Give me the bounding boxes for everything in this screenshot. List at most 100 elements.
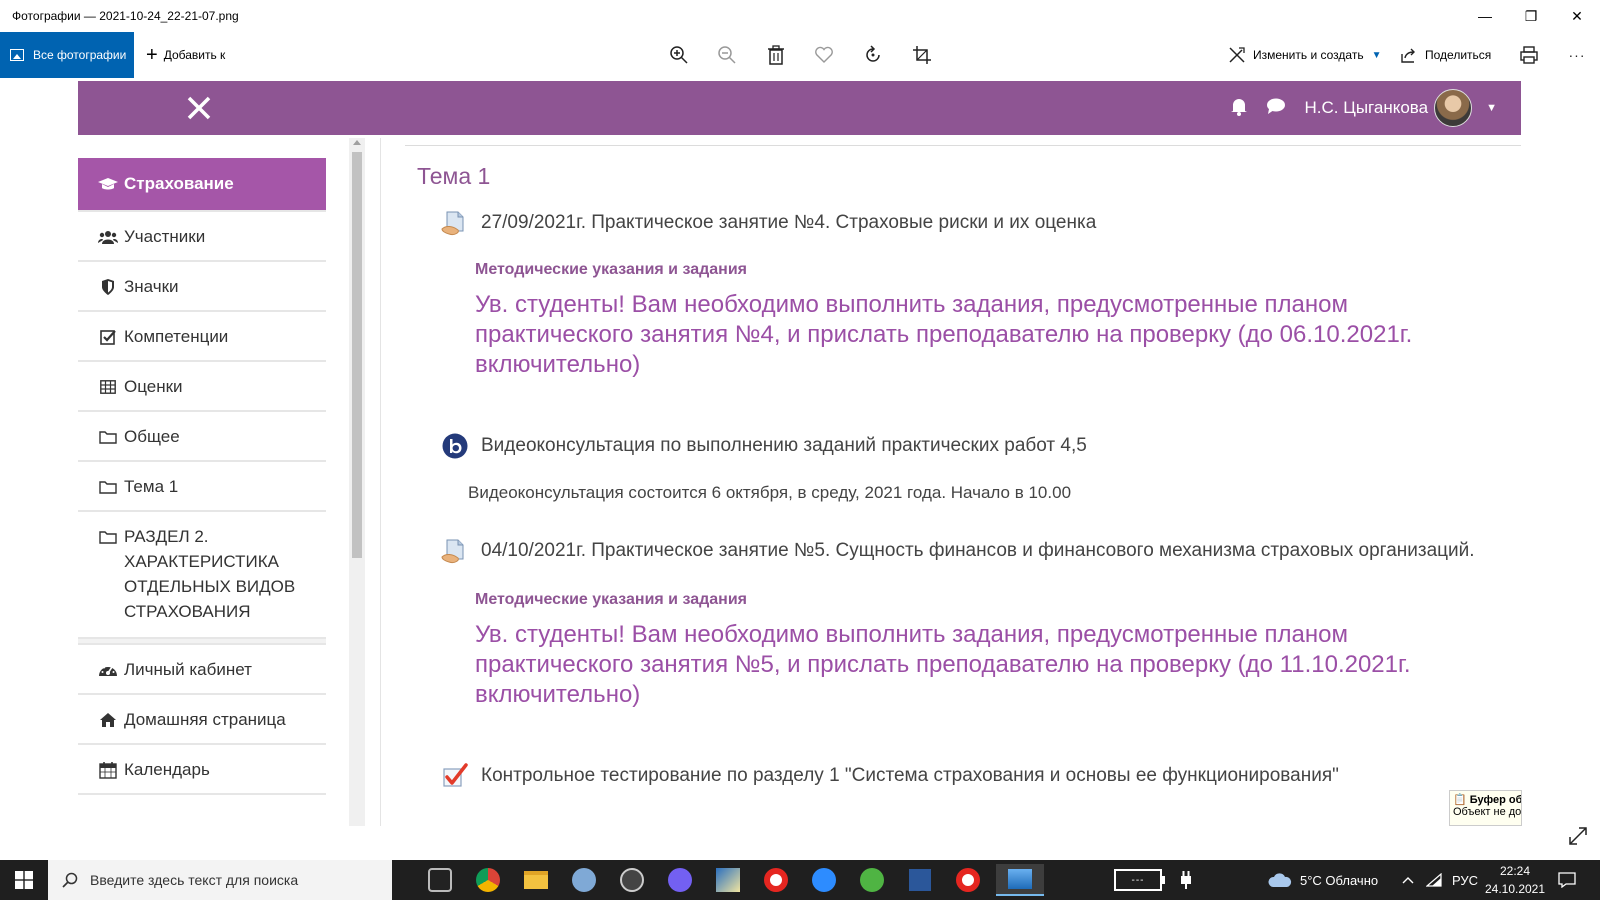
messages-icon[interactable] — [1265, 96, 1287, 121]
add-to-button[interactable]: + Добавить к — [146, 32, 225, 78]
utorrent-icon[interactable] — [852, 864, 892, 896]
label-body: Ув. студенты! Вам необходимо выполнить з… — [475, 621, 1411, 708]
rotate-icon[interactable] — [860, 42, 886, 68]
clipboard-notification[interactable]: 📋 Буфер об Объект не до — [1449, 790, 1522, 826]
sidebar-item-label: Личный кабинет — [124, 660, 252, 679]
sidebar-item-home[interactable]: Домашняя страница — [78, 695, 326, 745]
sidebar-scrollbar[interactable] — [349, 138, 365, 826]
minimize-button[interactable]: — — [1462, 0, 1508, 32]
home-icon — [98, 710, 118, 730]
sidebar-item-badges[interactable]: Значки — [78, 262, 326, 312]
users-icon — [98, 227, 118, 247]
delete-icon[interactable] — [763, 42, 789, 68]
content-top-divider — [405, 145, 1521, 146]
share-button[interactable]: Поделиться — [1400, 32, 1491, 78]
maximize-button[interactable]: ❐ — [1508, 0, 1554, 32]
word-icon[interactable] — [900, 864, 940, 896]
calendar-icon — [98, 760, 118, 780]
search-placeholder: Введите здесь текст для поиска — [90, 872, 299, 888]
sidebar-item-grades[interactable]: Оценки — [78, 362, 326, 412]
file-explorer-icon[interactable] — [516, 864, 556, 896]
viber-icon[interactable] — [660, 864, 700, 896]
start-button[interactable] — [0, 860, 48, 900]
sidebar-item-general[interactable]: Общее — [78, 412, 326, 462]
language-indicator[interactable]: РУС — [1452, 860, 1478, 900]
windows-logo-icon — [15, 871, 33, 889]
sidebar-item-course[interactable]: Страхование — [78, 158, 326, 212]
sidebar-item-competencies[interactable]: Компетенции — [78, 312, 326, 362]
scroll-up-icon[interactable] — [353, 140, 361, 145]
yandex-browser-icon[interactable] — [948, 864, 988, 896]
activity-description: Видеоконсультация состоится 6 октября, в… — [468, 483, 1072, 502]
chevron-down-icon: ▼ — [1371, 49, 1382, 61]
sidebar-item-participants[interactable]: Участники — [78, 212, 326, 262]
taskbar-app-icon[interactable] — [420, 864, 460, 896]
print-icon[interactable] — [1516, 42, 1542, 68]
taskbar-clock[interactable]: 22:24 24.10.2021 — [1480, 862, 1550, 898]
paint-icon[interactable] — [564, 864, 604, 896]
label-body: Ув. студенты! Вам необходимо выполнить з… — [475, 291, 1413, 378]
more-button[interactable]: ··· — [1564, 42, 1590, 68]
yandex-browser-icon[interactable] — [756, 864, 796, 896]
headphones-icon[interactable] — [612, 864, 652, 896]
sidebar-item-label: Общее — [124, 427, 180, 446]
sidebar-item-section-2[interactable]: РАЗДЕЛ 2. ХАРАКТЕРИСТИКА ОТДЕЛЬНЫХ ВИДОВ… — [78, 512, 326, 639]
clock-date: 24.10.2021 — [1484, 882, 1546, 896]
close-drawer-icon[interactable] — [184, 93, 214, 123]
scrollbar-thumb[interactable] — [352, 152, 362, 558]
zoom-app-icon[interactable] — [804, 864, 844, 896]
activity-title: 04/10/2021г. Практическое занятие №5. Су… — [481, 540, 1475, 561]
activity-bigbluebutton[interactable]: Видеоконсультация по выполнению заданий … — [441, 432, 1087, 460]
chrome-icon[interactable] — [468, 864, 508, 896]
quiz-icon — [441, 762, 469, 790]
zoom-in-icon[interactable] — [666, 42, 692, 68]
sidebar-item-label: Домашняя страница — [124, 710, 286, 729]
moodle-navbar: Н.С. Цыганкова ▼ — [78, 81, 1521, 135]
dashboard-icon — [98, 660, 118, 680]
clipboard-title: Буфер об — [1469, 794, 1522, 806]
all-photos-label: Все фотографии — [33, 48, 127, 62]
activity-quiz[interactable]: Контрольное тестирование по разделу 1 "С… — [441, 762, 1339, 790]
crop-icon[interactable] — [909, 42, 935, 68]
photo-app-icon[interactable] — [708, 864, 748, 896]
chevron-up-icon[interactable] — [1402, 860, 1414, 900]
sidebar-item-label: Календарь — [124, 760, 210, 779]
edit-create-label: Изменить и создать — [1253, 48, 1364, 62]
window-title-bar: Фотографии — 2021-10-24_22-21-07.png — ❐… — [0, 0, 1600, 32]
photos-toolbar: Все фотографии + Добавить к Изменить и с… — [0, 32, 1600, 78]
graduation-cap-icon — [98, 174, 118, 194]
sidebar-item-calendar[interactable]: Календарь — [78, 745, 326, 795]
bell-icon[interactable] — [1229, 96, 1249, 121]
power-plug-icon[interactable] — [1180, 860, 1192, 900]
user-name[interactable]: Н.С. Цыганкова — [1305, 98, 1429, 118]
section-title: Тема 1 — [417, 163, 491, 189]
course-content: Тема 1 27/09/2021г. Практическое занятие… — [405, 150, 1521, 826]
clipboard-icon: 📋 — [1453, 794, 1467, 806]
user-menu-chevron-icon[interactable]: ▼ — [1486, 102, 1497, 114]
favorite-icon[interactable] — [811, 42, 837, 68]
notifications-icon[interactable] — [1558, 860, 1576, 900]
shield-icon — [98, 277, 118, 297]
activity-title: Видеоконсультация по выполнению заданий … — [481, 435, 1087, 456]
photos-app-icon[interactable] — [996, 864, 1044, 896]
avatar[interactable] — [1434, 89, 1473, 127]
activity-assignment-2[interactable]: 04/10/2021г. Практическое занятие №5. Су… — [441, 537, 1475, 565]
sidebar-item-label: Оценки — [124, 377, 183, 396]
sidebar-item-dashboard[interactable]: Личный кабинет — [78, 645, 326, 695]
zoom-out-icon[interactable] — [714, 42, 740, 68]
edit-create-button[interactable]: Изменить и создать ▼ — [1228, 32, 1381, 78]
taskbar-search[interactable]: Введите здесь текст для поиска — [48, 860, 392, 900]
all-photos-button[interactable]: Все фотографии — [0, 32, 134, 78]
activity-assignment-1[interactable]: 27/09/2021г. Практическое занятие №4. Ст… — [441, 209, 1096, 237]
sidebar-item-topic-1[interactable]: Тема 1 — [78, 462, 326, 512]
weather-widget[interactable]: 5°C Облачно — [1268, 860, 1378, 900]
close-button[interactable]: ✕ — [1554, 0, 1600, 32]
folder-icon — [98, 527, 118, 547]
network-icon[interactable] — [1426, 860, 1442, 900]
expand-icon[interactable] — [1568, 826, 1588, 846]
assignment-icon — [441, 537, 469, 565]
sidebar-item-label: Тема 1 — [124, 477, 179, 496]
sidebar-item-label: Значки — [124, 277, 179, 296]
assignment-icon — [441, 209, 469, 237]
battery-icon[interactable]: --- — [1114, 860, 1165, 900]
